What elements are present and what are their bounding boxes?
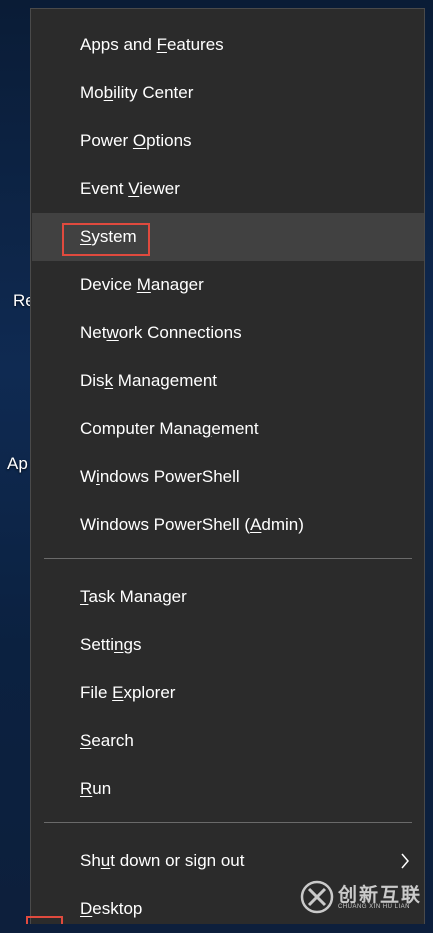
menu-item-label: Desktop <box>80 899 143 918</box>
menu-item-label: File Explorer <box>80 683 176 702</box>
logo-icon <box>300 880 334 914</box>
menu-item-power-options[interactable]: Power Options <box>32 117 424 165</box>
menu-item-label: Computer Management <box>80 419 259 438</box>
menu-item-label: Settings <box>80 635 142 654</box>
menu-item-file-explorer[interactable]: File Explorer <box>32 669 424 717</box>
menu-item-label: Power Options <box>80 131 192 150</box>
watermark-text: 创新互联 <box>338 885 423 906</box>
menu-item-label: Task Manager <box>80 587 187 606</box>
watermark: 创新互联 CHUANG XIN HU LIAN <box>300 876 428 920</box>
menu-item-label: Device Manager <box>80 275 204 294</box>
menu-separator <box>44 558 412 559</box>
menu-separator <box>44 822 412 823</box>
menu-item-disk-management[interactable]: Disk Management <box>32 357 424 405</box>
chevron-right-icon <box>401 853 409 869</box>
menu-item-label: Windows PowerShell (Admin) <box>80 515 304 534</box>
watermark-subtext: CHUANG XIN HU LIAN <box>338 904 411 910</box>
menu-item-event-viewer[interactable]: Event Viewer <box>32 165 424 213</box>
menu-item-label: Event Viewer <box>80 179 180 198</box>
menu-item-device-manager[interactable]: Device Manager <box>32 261 424 309</box>
menu-item-network-connections[interactable]: Network Connections <box>32 309 424 357</box>
menu-item-settings[interactable]: Settings <box>32 621 424 669</box>
menu-item-label: Windows PowerShell <box>80 467 240 486</box>
menu-item-search[interactable]: Search <box>32 717 424 765</box>
menu-item-label: Run <box>80 779 112 798</box>
menu-item-label: Mobility Center <box>80 83 194 102</box>
menu-item-system[interactable]: System <box>32 213 424 261</box>
menu-item-computer-management[interactable]: Computer Management <box>32 405 424 453</box>
winx-context-menu: Apps and Features Mobility Center Power Op… <box>30 8 425 924</box>
menu-item-label: Disk Management <box>80 371 218 390</box>
desktop-icon-label[interactable]: Ap <box>7 454 28 474</box>
menu-item-label: Apps and Features <box>80 35 224 54</box>
menu-item-label: System <box>80 227 137 246</box>
menu-item-windows-powershell-admin[interactable]: Windows PowerShell (Admin) <box>32 501 424 549</box>
menu-item-label: Network Connections <box>80 323 242 342</box>
menu-item-apps-and-features[interactable]: Apps and Features <box>32 21 424 69</box>
menu-item-label: Shut down or sign out <box>80 851 245 870</box>
menu-item-mobility-center[interactable]: Mobility Center <box>32 69 424 117</box>
start-button-highlight <box>26 916 63 924</box>
menu-item-label: Search <box>80 731 134 750</box>
menu-item-windows-powershell[interactable]: Windows PowerShell <box>32 453 424 501</box>
menu-item-task-manager[interactable]: Task Manager <box>32 573 424 621</box>
menu-item-run[interactable]: Run <box>32 765 424 813</box>
